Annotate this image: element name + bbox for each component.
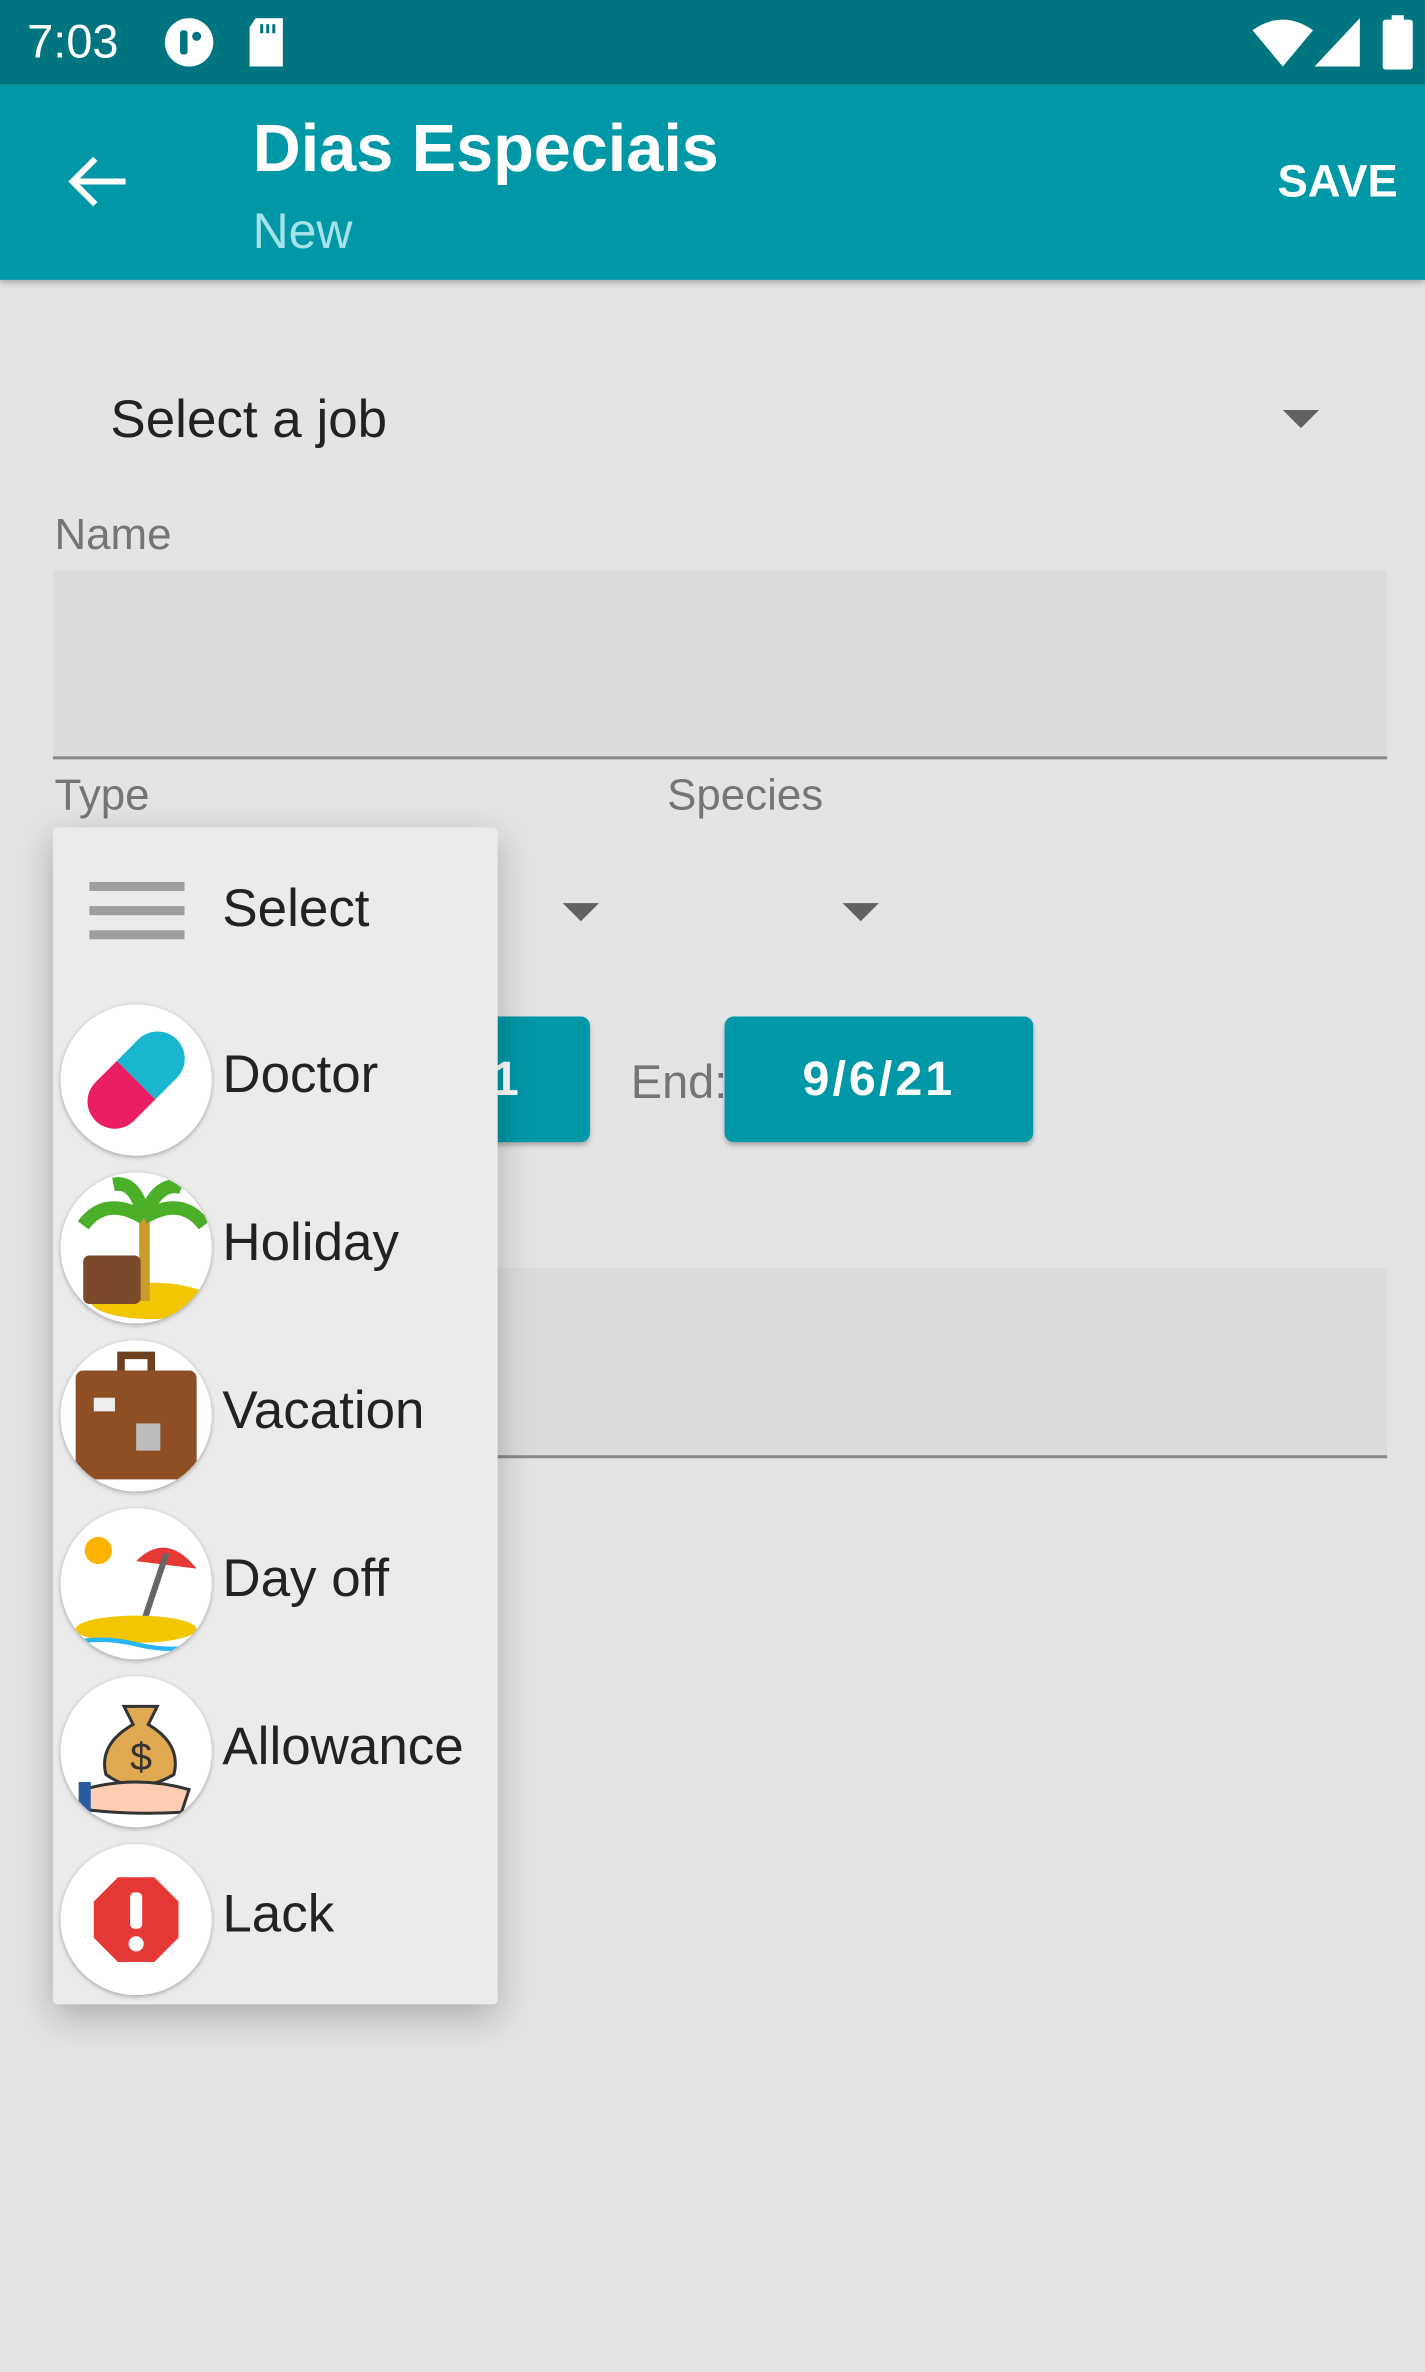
end-date-button[interactable]: 9/6/21 <box>724 1016 1034 1143</box>
status-time: 7:03 <box>27 15 119 69</box>
menu-item-select[interactable]: Select <box>53 830 498 998</box>
money-bag-hand-icon: $ <box>60 1676 212 1828</box>
battery-icon <box>1382 15 1413 70</box>
menu-item-label: Holiday <box>222 1213 399 1273</box>
type-dropdown-menu: Select Doctor Holiday Vacation Day off $… <box>52 827 498 2005</box>
species-label: Species <box>667 771 824 820</box>
menu-item-label: Lack <box>222 1884 335 1944</box>
menu-item-vacation[interactable]: Vacation <box>53 1333 498 1501</box>
menu-item-label: Select <box>222 878 370 938</box>
menu-item-label: Doctor <box>222 1045 379 1105</box>
menu-item-lack[interactable]: Lack <box>53 1836 498 2004</box>
save-button[interactable]: SAVE <box>1278 157 1398 208</box>
status-bar: 7:03 <box>0 0 1425 85</box>
chevron-down-icon <box>1282 409 1320 429</box>
sd-card-icon <box>249 18 283 67</box>
beach-umbrella-icon <box>60 1508 212 1660</box>
page-title: Dias Especiais <box>252 111 719 187</box>
type-dropdown-arrow-icon[interactable] <box>562 903 600 922</box>
warning-octagon-icon <box>60 1843 212 1996</box>
arrow-left-icon[interactable] <box>68 154 129 208</box>
type-label: Type <box>54 771 150 820</box>
name-label: Name <box>54 511 172 560</box>
app-notification-icon <box>164 18 214 67</box>
suitcase-icon <box>60 1340 212 1492</box>
end-label: End: <box>630 1055 728 1109</box>
signal-icon <box>1314 18 1360 67</box>
wifi-icon <box>1252 19 1314 67</box>
menu-item-day-off[interactable]: Day off <box>53 1501 498 1669</box>
svg-text:$: $ <box>130 1735 152 1779</box>
menu-item-label: Day off <box>222 1549 390 1608</box>
job-select-value: Select a job <box>110 390 388 450</box>
menu-item-label: Vacation <box>222 1381 425 1441</box>
species-dropdown-arrow-icon[interactable] <box>842 903 879 922</box>
menu-item-doctor[interactable]: Doctor <box>53 997 498 1165</box>
menu-item-allowance[interactable]: $ Allowance <box>53 1669 498 1837</box>
palm-tree-suitcase-icon <box>60 1172 212 1324</box>
app-bar: Dias Especiais New SAVE <box>0 84 1425 280</box>
menu-lines-icon <box>89 881 185 940</box>
page-subtitle: New <box>252 202 353 259</box>
job-select[interactable]: Select a job <box>53 363 1354 478</box>
name-input[interactable] <box>52 570 1388 760</box>
menu-item-label: Allowance <box>222 1716 464 1776</box>
pill-icon <box>60 1004 212 1156</box>
menu-item-holiday[interactable]: Holiday <box>53 1165 498 1333</box>
